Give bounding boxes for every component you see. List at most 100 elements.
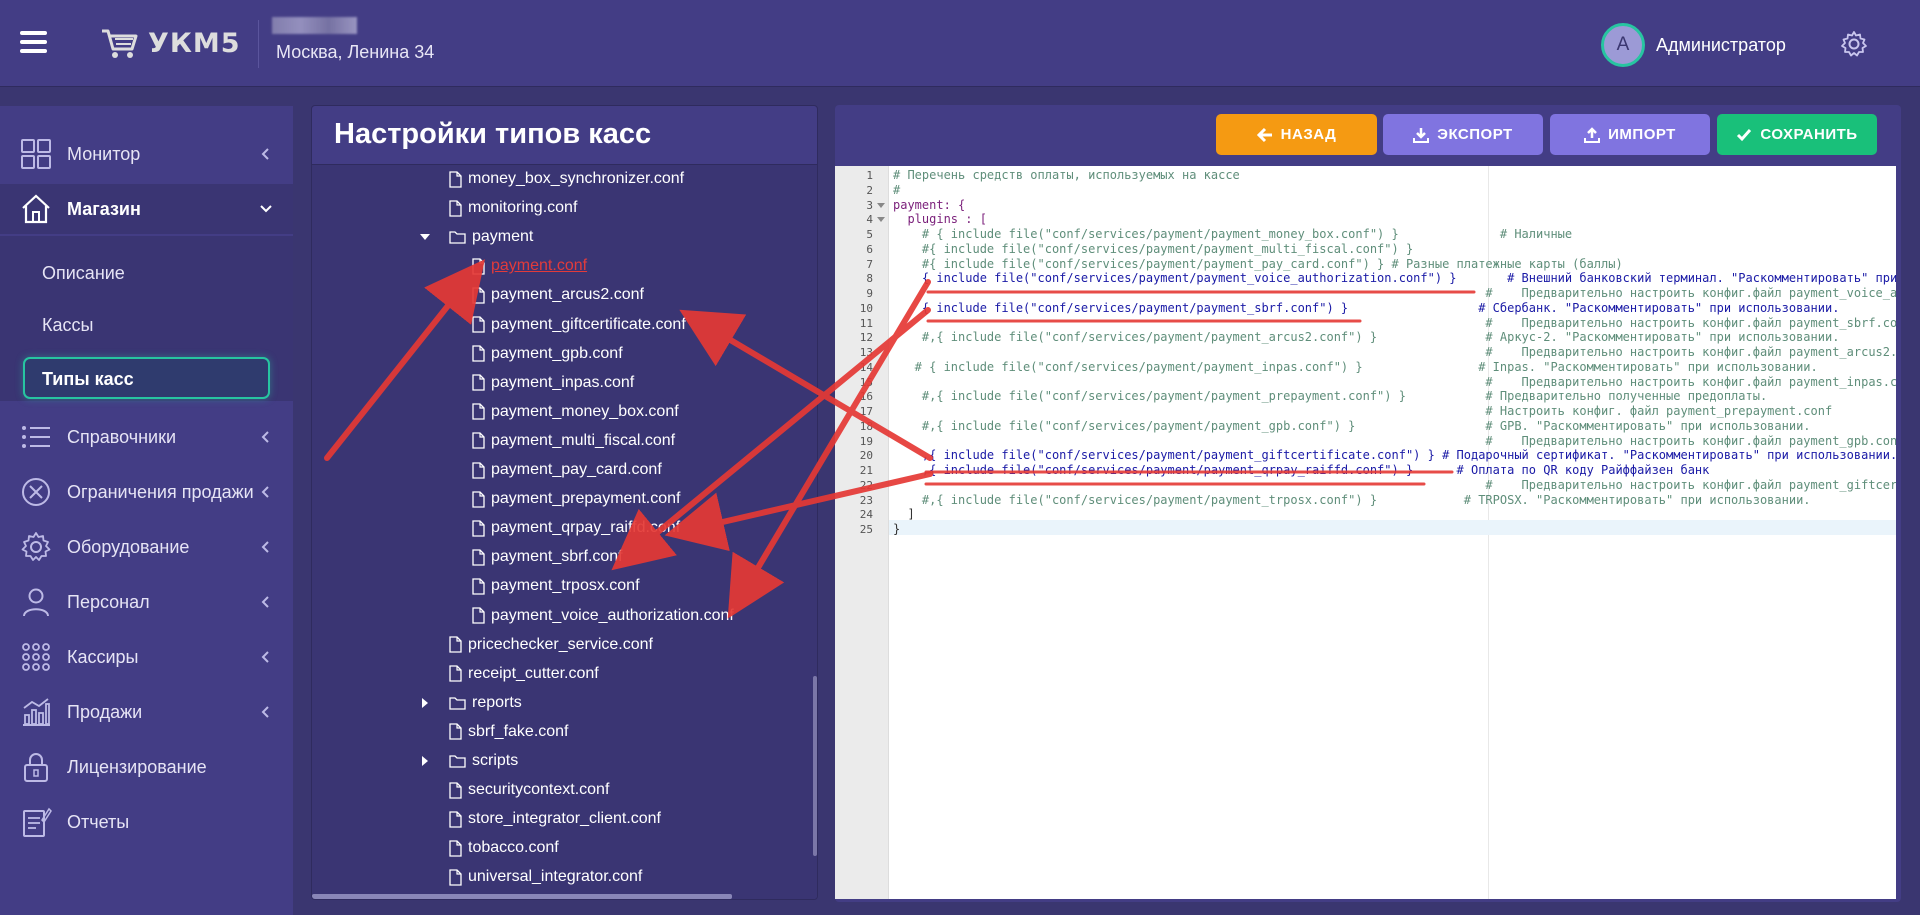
report-icon (23, 807, 52, 837)
tree-file[interactable]: payment_gpb.conf (472, 342, 623, 366)
tree-file[interactable]: payment.conf (472, 254, 587, 278)
tree-horizontal-scrollbar[interactable] (312, 894, 732, 899)
tree-item-label: pricechecker_service.conf (468, 635, 653, 653)
tree-folder[interactable]: scripts (449, 749, 518, 773)
code-line: #{ include file("conf/services/payment/p… (893, 256, 1623, 271)
submenu-item-registers[interactable]: Кассы (42, 315, 93, 336)
user-name[interactable]: Администратор (1656, 35, 1786, 56)
sidebar-item-label: Отчеты (67, 811, 130, 832)
folder-icon (449, 755, 466, 768)
tree-file[interactable]: payment_prepayment.conf (472, 487, 680, 511)
sidebar-item-monitor[interactable]: Монитор (0, 129, 293, 179)
cancel-circle-icon (22, 478, 50, 506)
tree-item-label: payment_multi_fiscal.conf (491, 431, 676, 449)
code-line: #{ include file("conf/services/payment/p… (893, 241, 1414, 256)
import-button[interactable]: ИМПОРТ (1550, 114, 1710, 155)
line-number-gutter: 1 2 3 4 5 6 7 8 9 10 11 12 13 14 15 16 17 18 19 20 21 22 23 24 2… (835, 166, 889, 899)
sidebar-item-reports[interactable]: Отчеты (0, 797, 293, 847)
sidebar-item-sales[interactable]: Продажи (0, 687, 293, 737)
fold-toggle-icon[interactable] (877, 216, 885, 224)
submenu-item-register-types[interactable]: Типы касс (23, 357, 270, 399)
tree-folder[interactable]: reports (449, 691, 522, 715)
file-icon (449, 869, 462, 886)
chevron-left-icon (261, 486, 269, 498)
sidebar-item-label: Лицензирование (67, 756, 207, 777)
line-number: 15 (859, 375, 873, 389)
sidebar-item-cashiers[interactable]: Кассиры (0, 632, 293, 682)
import-button-label: ИМПОРТ (1608, 126, 1676, 143)
line-number: 20 (859, 449, 873, 463)
sidebar-item-licensing[interactable]: Лицензирование (0, 742, 293, 792)
back-button[interactable]: НАЗАД (1216, 114, 1377, 155)
sidebar-item-staff[interactable]: Персонал (0, 577, 293, 627)
tree-item-label: payment_inpas.conf (491, 373, 635, 391)
tree-file[interactable]: universal_integrator.conf (449, 865, 642, 889)
caret-down-icon[interactable] (420, 232, 430, 242)
code-line: { include file("conf/services/payment/pa… (893, 300, 1840, 315)
tree-file[interactable]: money_box_synchronizer.conf (449, 167, 684, 191)
sidebar-item-store[interactable]: Магазин (0, 184, 293, 234)
file-icon (472, 549, 485, 566)
code-line: # Предварительно настроить конфиг.файл p… (893, 433, 1896, 448)
tree-file[interactable]: securitycontext.conf (449, 778, 609, 802)
tree-file[interactable]: payment_arcus2.conf (472, 283, 644, 307)
line-number: 12 (859, 331, 873, 345)
tree-item-label: payment_prepayment.conf (491, 490, 681, 508)
tree-file[interactable]: pricechecker_service.conf (449, 633, 653, 657)
code-line: # (893, 182, 901, 197)
line-number: 2 (866, 183, 873, 197)
file-icon (472, 374, 485, 391)
save-button[interactable]: СОХРАНИТЬ (1717, 114, 1877, 155)
caret-right-icon[interactable] (420, 756, 430, 766)
fold-toggle-icon[interactable] (877, 202, 885, 210)
tree-folder[interactable]: payment (449, 225, 533, 249)
code-line: # Предварительно настроить конфиг.файл p… (893, 374, 1896, 389)
tree-file[interactable]: tobacco.conf (449, 836, 559, 860)
tree-item-label: payment.conf (491, 257, 588, 275)
sidebar-item-directories[interactable]: Справочники (0, 412, 293, 462)
tree-file[interactable]: store_integrator_client.conf (449, 807, 661, 831)
sidebar-item-sales-restrictions[interactable]: Ограничения продажи (0, 467, 293, 517)
tree-item-label: scripts (472, 752, 519, 769)
tree-item-label: payment_voice_authorization.conf (491, 606, 734, 624)
tree-file[interactable]: payment_trposx.conf (472, 574, 640, 598)
code-line: #,{ include file("conf/services/payment/… (893, 330, 1840, 345)
caret-right-icon[interactable] (420, 697, 430, 708)
code-editor[interactable]: 1 2 3 4 5 6 7 8 9 10 11 12 13 14 15 16 17 18 19 20 21 22 23 24 2… (835, 166, 1896, 899)
code-line: ] (893, 507, 915, 522)
tree-file[interactable]: monitoring.conf (449, 196, 577, 220)
file-icon (472, 520, 485, 537)
active-line-highlight (889, 520, 1896, 535)
settings-gear-icon[interactable] (1840, 30, 1868, 58)
tree-file[interactable]: payment_multi_fiscal.conf (472, 429, 675, 453)
submenu-item-label: Типы касс (42, 369, 134, 389)
file-icon (472, 607, 485, 624)
tree-file[interactable]: payment_giftcertificate.conf (472, 313, 686, 337)
code-line: ,{ include file("conf/services/payment/p… (893, 463, 1710, 477)
line-number: 18 (859, 419, 873, 433)
file-icon (472, 316, 485, 333)
sidebar-item-label: Ограничения продажи (67, 481, 254, 502)
export-button[interactable]: ЭКСПОРТ (1383, 114, 1543, 155)
tree-file[interactable]: receipt_cutter.conf (449, 662, 599, 686)
line-number: 6 (866, 242, 873, 256)
tree-file[interactable]: payment_qrpay_raiffd.conf (472, 516, 680, 540)
app-logo[interactable]: УКМ5 (100, 26, 241, 60)
tree-file[interactable]: payment_pay_card.conf (472, 458, 662, 482)
store-address[interactable]: Москва, Ленина 34 (276, 42, 434, 63)
tree-file[interactable]: payment_voice_authorization.conf (472, 604, 734, 628)
tree-file[interactable]: payment_sbrf.conf (472, 545, 623, 569)
sidebar-item-label: Продажи (67, 701, 143, 722)
sidebar-item-equipment[interactable]: Оборудование (0, 522, 293, 572)
tree-file[interactable]: payment_money_box.conf (472, 400, 679, 424)
store-icon (22, 194, 50, 224)
tree-file[interactable]: payment_inpas.conf (472, 371, 634, 395)
menu-burger-icon[interactable] (20, 31, 47, 53)
avatar[interactable]: А (1601, 23, 1645, 67)
tree-file[interactable]: sbrf_fake.conf (449, 720, 569, 744)
tree-vertical-scrollbar[interactable] (813, 676, 817, 856)
tree-item-label: store_integrator_client.conf (468, 810, 661, 828)
submenu-item-description[interactable]: Описание (42, 263, 125, 284)
folder-icon (449, 231, 466, 244)
file-icon (449, 781, 462, 799)
